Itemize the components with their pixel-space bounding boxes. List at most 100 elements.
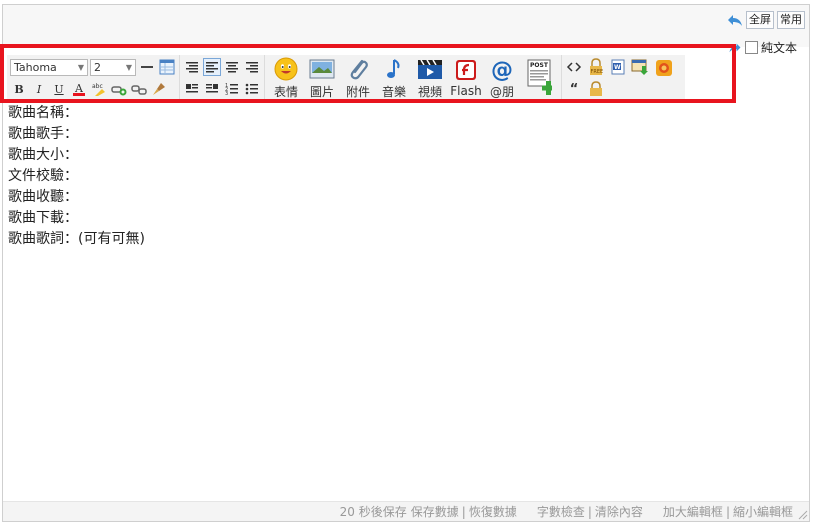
paperclip-icon <box>350 59 368 79</box>
bold-button[interactable]: B <box>10 80 28 98</box>
align-center-button[interactable] <box>223 58 241 76</box>
editor-statusbar: 20 秒後保存 保存數據 | 恢復數據 字數檢查 | 清除內容 加大編輯框 | … <box>3 501 809 521</box>
link-icon <box>111 86 127 96</box>
shrink-editor-link[interactable]: 縮小編輯框 <box>731 503 795 520</box>
svg-text:3: 3 <box>225 91 228 96</box>
underline-button[interactable]: U <box>50 80 68 98</box>
font-family-value: Tahoma <box>14 60 57 74</box>
flash-button[interactable]: Flash <box>449 56 483 100</box>
plain-text-checkbox[interactable] <box>744 41 758 54</box>
ordered-list-button[interactable]: 123 <box>223 80 241 98</box>
mention-button[interactable]: @ @朋 <box>485 56 519 100</box>
align-justify-icon <box>186 62 198 73</box>
content-line: 歌曲下載： <box>8 210 78 226</box>
svg-text:W: W <box>614 64 621 71</box>
editor-content[interactable]: 歌曲名稱： 歌曲歌手： 歌曲大小： 文件校驗： 歌曲收聽： 歌曲下載： 歌曲歌詞… <box>8 103 145 250</box>
highlighter-icon: abc <box>92 83 105 96</box>
align-left-icon <box>206 62 218 73</box>
save-data-link[interactable]: 保存數據 <box>409 503 461 520</box>
table-button[interactable] <box>158 58 176 76</box>
hide-content-button[interactable] <box>587 80 605 98</box>
align-left-button[interactable] <box>203 58 221 76</box>
download-window-icon <box>631 59 648 75</box>
image-button[interactable]: 圖片 <box>305 56 339 100</box>
content-line: 歌曲歌手： <box>8 126 78 142</box>
align-center-icon <box>226 62 238 73</box>
word-paste-button[interactable]: W <box>609 58 627 76</box>
free-lock-icon: FREE <box>590 58 604 75</box>
video-button[interactable]: 視頻 <box>413 56 447 100</box>
font-family-select[interactable]: Tahoma ▼ <box>10 58 88 76</box>
media-buttons: 表情 圖片 附件 音樂 視頻 Flash @ @朋 POST <box>265 55 562 101</box>
font-size-select[interactable]: 2 ▼ <box>90 58 136 76</box>
font-size-value: 2 <box>94 60 101 74</box>
content-line: 文件校驗： <box>8 168 78 184</box>
emoticon-button[interactable]: 表情 <box>269 56 303 100</box>
mention-label: @朋 <box>489 84 514 99</box>
editor-frame: 全屏 常用 純文本 Tahoma ▼ 2 ▼ B I U A abc 1 2 3… <box>2 4 810 522</box>
post-template-button[interactable]: POST <box>521 56 557 100</box>
content-line: 歌曲歌詞：(可有可無) <box>8 231 145 247</box>
unordered-list-button[interactable] <box>243 80 261 98</box>
insert-link-button[interactable] <box>110 80 128 98</box>
download-button[interactable] <box>631 58 649 76</box>
background-color-button[interactable]: abc <box>90 80 108 98</box>
plain-text-toggle[interactable]: 純文本 <box>728 39 797 56</box>
enlarge-editor-link[interactable]: 加大編輯框 <box>661 503 725 520</box>
unlink-button[interactable] <box>130 80 148 98</box>
table-icon <box>159 59 175 75</box>
content-line: 歌曲收聽： <box>8 189 78 205</box>
chevron-down-icon: ▼ <box>77 62 84 72</box>
clear-content-link[interactable]: 清除內容 <box>593 503 645 520</box>
svg-text:FREE: FREE <box>591 69 604 75</box>
code-button[interactable] <box>565 58 583 76</box>
quote-button[interactable]: “ <box>565 80 583 98</box>
editor-toolbar: Tahoma ▼ 2 ▼ B I U A abc 1 2 3 表情 圖片 附件 … <box>7 55 685 101</box>
align-auto-button[interactable] <box>183 58 201 76</box>
smiley-face-icon <box>274 57 298 80</box>
horizontal-rule-button[interactable] <box>138 58 156 76</box>
format-painter-button[interactable] <box>150 80 168 98</box>
brush-icon <box>153 83 165 95</box>
image-label: 圖片 <box>309 84 334 99</box>
free-button[interactable]: FREE <box>587 58 605 76</box>
emoticon-label: 表情 <box>273 84 298 99</box>
svg-text:POST: POST <box>530 62 549 69</box>
align-right-button[interactable] <box>243 58 261 76</box>
attachment-label: 附件 <box>345 84 370 99</box>
unlink-icon <box>131 85 147 95</box>
chevron-down-icon: ▼ <box>125 62 132 72</box>
flash-icon <box>456 60 476 80</box>
post-add-icon: POST <box>527 59 552 95</box>
italic-button[interactable]: I <box>30 80 48 98</box>
common-mode-button[interactable]: 常用 <box>777 11 805 29</box>
float-left-button[interactable] <box>183 80 201 98</box>
attachment-button[interactable]: 附件 <box>341 56 375 100</box>
video-clapper-icon <box>418 59 442 79</box>
svg-text:@: @ <box>491 58 513 81</box>
redo-arrow-icon[interactable] <box>728 42 742 53</box>
padlock-icon <box>590 81 602 96</box>
word-check-link[interactable]: 字數檢查 <box>535 503 587 520</box>
float-right-button[interactable] <box>203 80 221 98</box>
undo-arrow-icon[interactable] <box>727 13 743 27</box>
font-group: Tahoma ▼ 2 ▼ B I U A abc <box>7 55 180 101</box>
fullscreen-button[interactable]: 全屏 <box>746 11 774 29</box>
resize-grip-icon[interactable] <box>798 510 808 520</box>
plain-text-label: 純文本 <box>760 41 797 55</box>
image-icon <box>309 59 335 78</box>
float-right-icon <box>206 84 218 93</box>
quote-icon: “ <box>569 81 579 97</box>
orange-plugin-icon <box>656 60 672 76</box>
plugin-button[interactable] <box>655 59 673 77</box>
code-icon <box>566 62 582 72</box>
extra-group: FREE W “ <box>562 55 652 101</box>
music-button[interactable]: 音樂 <box>377 56 411 100</box>
plugin-group <box>652 55 676 101</box>
font-color-button[interactable]: A <box>70 80 88 98</box>
font-color-icon: A <box>73 82 85 96</box>
music-note-icon <box>387 58 400 78</box>
music-label: 音樂 <box>381 84 406 99</box>
autosave-countdown: 20 秒後保存 <box>339 505 407 519</box>
restore-data-link[interactable]: 恢復數據 <box>467 503 519 520</box>
